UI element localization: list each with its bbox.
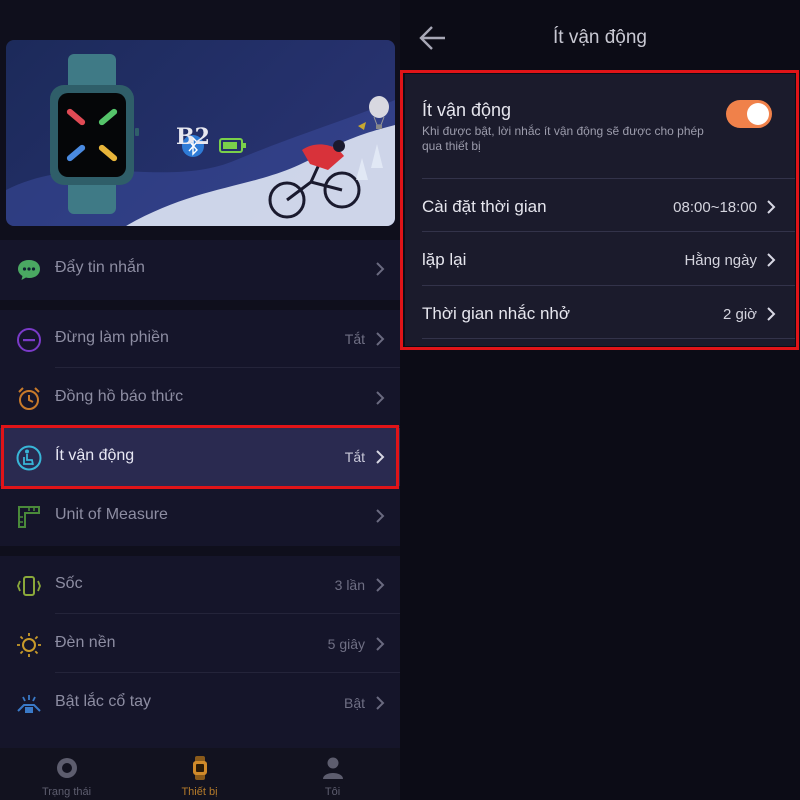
device-banner: B2 — [6, 40, 395, 226]
device-settings-panel: B2 Đẩy tin nhắn Đừng làm phiền Tắt Đồng … — [0, 0, 400, 800]
divider — [55, 613, 400, 614]
chevron-right-icon — [376, 332, 385, 346]
menu-item-backlight[interactable]: Đèn nền 5 giây — [0, 615, 400, 673]
sun-icon — [17, 633, 41, 657]
bottom-tab-bar: Trạng thái Thiết bị Tôi — [0, 748, 400, 800]
tab-label: Tôi — [324, 786, 341, 798]
highlight-frame-right — [400, 70, 799, 350]
menu-item-label: Đèn nền — [55, 634, 116, 651]
menu-group-notifications: Đẩy tin nhắn — [0, 240, 400, 300]
menu-item-label: Unit of Measure — [55, 506, 168, 523]
tab-label: Trạng thái — [41, 786, 92, 798]
menu-item-label: Sốc — [55, 575, 83, 592]
minus-circle-icon — [17, 328, 41, 352]
menu-item-value: Tắt — [344, 331, 365, 347]
menu-item-unit-of-measure[interactable]: Unit of Measure — [0, 487, 400, 545]
wrist-raise-icon — [17, 695, 41, 713]
chevron-right-icon — [376, 391, 385, 405]
divider — [55, 367, 400, 368]
menu-item-label: Đẩy tin nhắn — [55, 259, 145, 276]
sedentary-detail-panel: Ít vận động Ít vận động Khi được bật, lờ… — [400, 0, 800, 800]
person-icon — [322, 757, 343, 779]
vibrate-icon — [17, 576, 41, 596]
chevron-right-icon — [376, 637, 385, 651]
menu-item-shock[interactable]: Sốc 3 lần — [0, 556, 400, 614]
chat-bubble-icon — [18, 260, 40, 280]
tab-me[interactable]: Tôi — [266, 748, 399, 800]
menu-item-wrist-raise[interactable]: Bật lắc cổ tay Bật — [0, 674, 400, 732]
menu-group-device: Sốc 3 lần Đèn nền 5 giây Bật lắc cổ tay … — [0, 556, 400, 748]
menu-item-do-not-disturb[interactable]: Đừng làm phiền Tắt — [0, 310, 400, 368]
menu-item-value: Bật — [343, 695, 365, 711]
menu-item-value: 5 giây — [327, 636, 365, 652]
status-icon — [56, 758, 77, 778]
chevron-right-icon — [376, 578, 385, 592]
menu-item-label: Bật lắc cổ tay — [55, 693, 152, 710]
chevron-right-icon — [376, 696, 385, 710]
divider — [55, 672, 400, 673]
menu-item-value: 3 lần — [334, 577, 365, 593]
chevron-right-icon — [376, 509, 385, 523]
tab-label: Thiết bị — [181, 786, 218, 798]
highlight-frame-left — [1, 425, 399, 489]
tab-status[interactable]: Trạng thái — [0, 748, 133, 800]
chevron-right-icon — [376, 262, 385, 276]
menu-item-label: Đừng làm phiền — [55, 329, 169, 346]
page-title: Ít vận động — [552, 27, 648, 48]
menu-item-label: Đồng hồ báo thức — [55, 388, 184, 405]
ruler-icon — [18, 506, 40, 528]
tab-device[interactable]: Thiết bị — [133, 748, 266, 800]
device-model-name: B2 — [176, 124, 210, 150]
alarm-clock-icon — [18, 387, 40, 410]
watch-icon — [192, 756, 207, 780]
menu-item-alarm[interactable]: Đồng hồ báo thức — [0, 369, 400, 427]
menu-item-push-message[interactable]: Đẩy tin nhắn — [0, 240, 400, 298]
